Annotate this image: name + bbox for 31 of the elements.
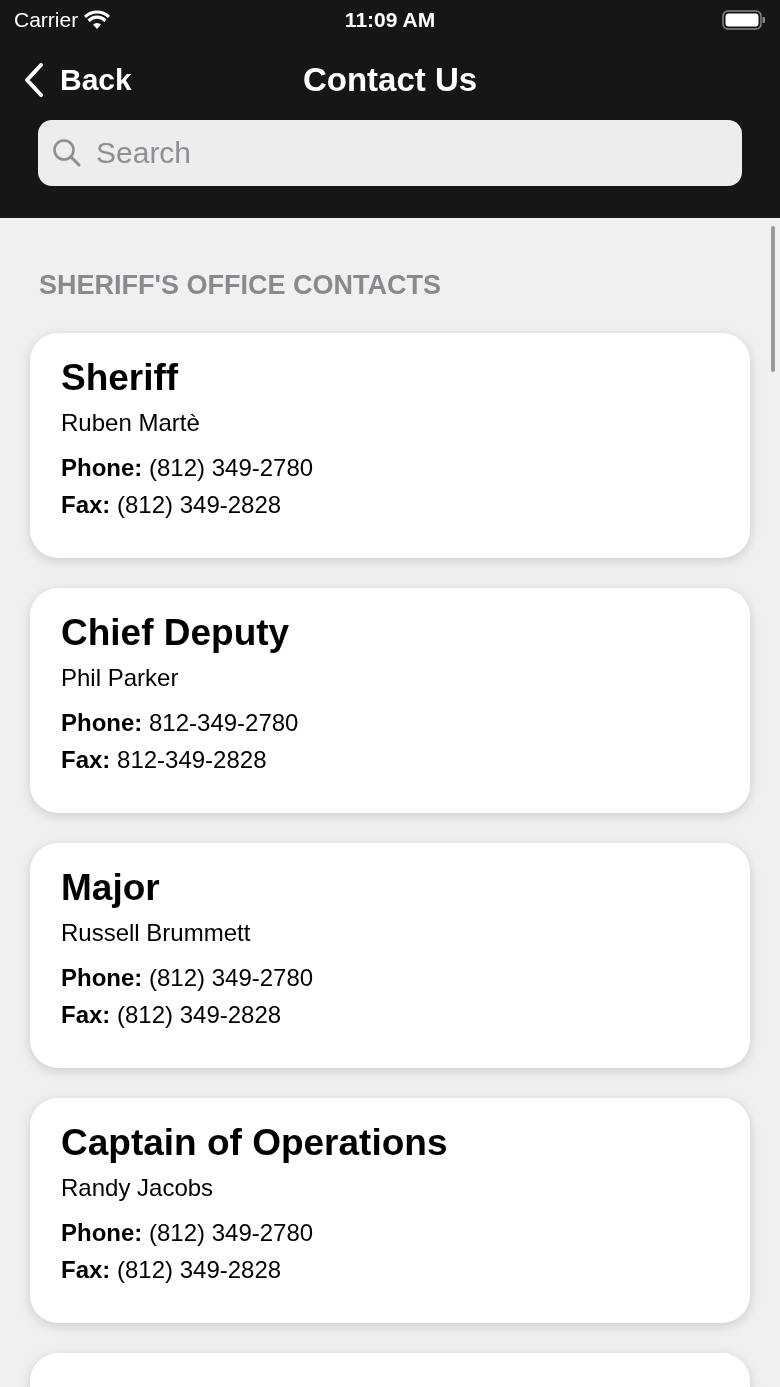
phone-text: Phone: (812) 349-2780: [61, 963, 315, 993]
wifi-icon: [84, 10, 111, 30]
fax-text: Fax: (812) 349-2828: [61, 1255, 283, 1285]
chevron-left-icon: [24, 62, 44, 98]
screen-title: Contact Us: [302, 61, 478, 99]
contact-card[interactable]: Chief Deputy Phil Parker Phone: 812-349-2780 Fax: 812-349-2828: [30, 588, 750, 813]
phone-text: Phone: (812) 349-2780: [61, 453, 315, 483]
contact-title: Chief Deputy: [61, 612, 291, 654]
contact-card[interactable]: Captain of Operations Randy Jacobs Phone: (812) 349-2780 Fax: (812) 349-2828: [30, 1098, 750, 1323]
contact-name: Randy Jacobs: [61, 1174, 215, 1202]
phone-text: Phone: (812) 349-2780: [61, 1218, 315, 1248]
contact-card[interactable]: Sheriff Ruben Martè Phone: (812) 349-2780 Fax: (812) 349-2828: [30, 333, 750, 558]
contact-card[interactable]: Major Russell Brummett Phone: (812) 349-2780 Fax: (812) 349-2828: [30, 843, 750, 1068]
search-icon: [52, 138, 82, 168]
search-field[interactable]: Search: [38, 120, 742, 186]
phone-text: Phone: 812-349-2780: [61, 708, 300, 738]
section-header: SHERIFF'S OFFICE CONTACTS: [39, 270, 442, 301]
contact-name: Phil Parker: [61, 664, 180, 692]
battery-icon: [722, 9, 766, 31]
carrier-label: Carrier: [14, 8, 79, 32]
contact-title: Captain of Operations: [61, 1122, 449, 1164]
contact-name: Ruben Martè: [61, 409, 201, 437]
status-time: 11:09 AM: [344, 8, 436, 32]
fax-text: Fax: (812) 349-2828: [61, 490, 283, 520]
back-button[interactable]: Back: [24, 62, 132, 98]
contact-name: Russell Brummett: [61, 919, 252, 947]
search-input[interactable]: Search: [94, 135, 728, 171]
fax-text: Fax: 812-349-2828: [61, 745, 268, 775]
contact-title: Major: [61, 867, 161, 909]
fax-text: Fax: (812) 349-2828: [61, 1000, 283, 1030]
contact-title: Sheriff: [61, 357, 180, 399]
